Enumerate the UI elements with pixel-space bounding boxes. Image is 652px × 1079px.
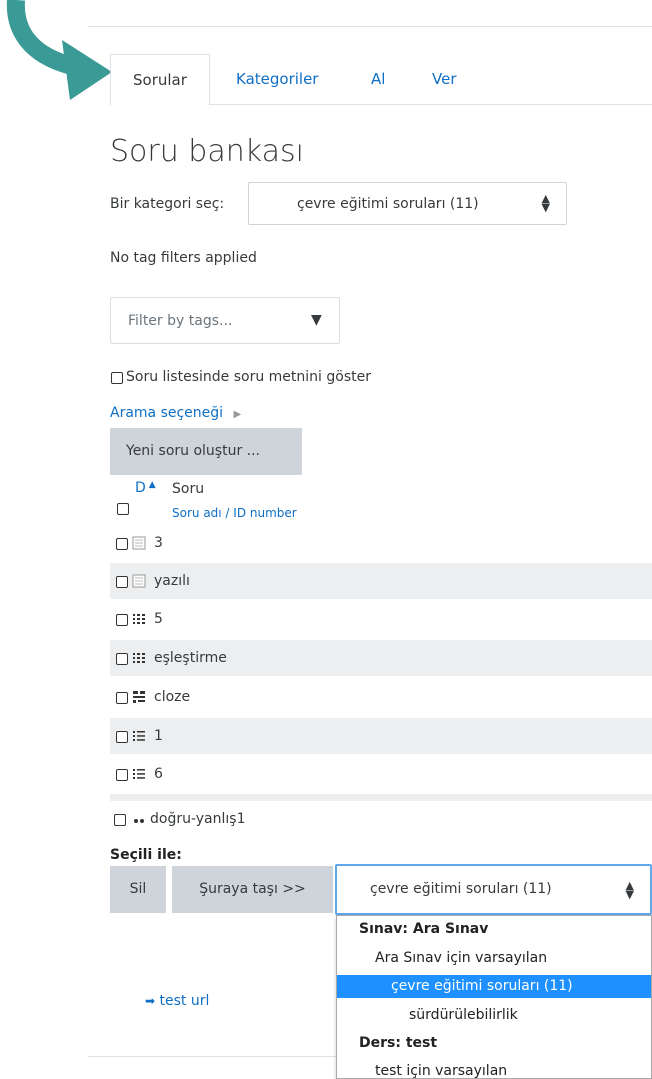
expand-triangle-icon: ▶ xyxy=(233,409,242,420)
move-to-select-value: çevre eğitimi soruları (11) xyxy=(370,881,552,897)
table-row: 5 xyxy=(110,601,652,637)
category-select-value: çevre eğitimi soruları (11) xyxy=(297,196,479,212)
link-arrow-icon: ➡ xyxy=(145,994,156,1008)
row-checkbox[interactable] xyxy=(116,576,128,588)
top-divider xyxy=(88,26,652,27)
search-options-label: Arama seçeneği xyxy=(110,405,224,421)
select-all-checkbox[interactable] xyxy=(117,503,129,515)
question-name: eşleştirme xyxy=(154,650,227,666)
tab-sorular[interactable]: Sorular xyxy=(110,54,210,106)
delete-button[interactable]: Sil xyxy=(110,866,166,913)
row-checkbox[interactable] xyxy=(116,731,128,743)
updown-caret-icon: ▲ ▼ xyxy=(625,879,634,901)
essay-icon xyxy=(132,574,146,588)
question-name: 3 xyxy=(154,535,163,551)
col-question-sub-link[interactable]: Soru adı / ID number xyxy=(172,506,297,520)
col-type-label: D xyxy=(135,480,146,496)
tab-kategoriler[interactable]: Kategoriler xyxy=(236,54,318,104)
question-name: yazılı xyxy=(154,573,190,589)
dropdown-option-selected[interactable]: çevre eğitimi soruları (11) xyxy=(337,975,651,998)
col-type-sort[interactable]: D ▲ xyxy=(135,480,156,496)
question-name: doğru-yanlış1 xyxy=(150,811,246,827)
tag-filter-status: No tag filters applied xyxy=(110,250,257,266)
tab-ver[interactable]: Ver xyxy=(432,54,457,104)
search-options-link[interactable]: Arama seçeneği ▶ xyxy=(110,405,241,421)
row-checkbox[interactable] xyxy=(116,769,128,781)
essay-icon xyxy=(132,536,146,550)
row-checkbox[interactable] xyxy=(114,814,126,826)
table-row: 3 xyxy=(110,525,652,561)
question-name: 6 xyxy=(154,766,163,782)
move-to-button[interactable]: Şuraya taşı >> xyxy=(172,866,333,913)
test-url-label: test url xyxy=(159,993,210,1009)
move-to-dropdown-list: Sınav: Ara Sınav Ara Sınav için varsayıl… xyxy=(336,915,652,1079)
question-name: 5 xyxy=(154,611,163,627)
table-row: 1 xyxy=(110,718,652,754)
page-title: Soru bankası xyxy=(110,134,304,169)
updown-caret-icon: ▲ ▼ xyxy=(541,192,550,214)
create-question-button[interactable]: Yeni soru oluştur ... xyxy=(110,428,302,475)
table-row: cloze xyxy=(110,679,652,715)
dropdown-triangle-icon: ▼ xyxy=(311,312,322,328)
show-question-text-checkbox[interactable] xyxy=(111,372,123,384)
dropdown-option[interactable]: test için varsayılan xyxy=(337,1060,651,1078)
tab-al[interactable]: Al xyxy=(371,54,385,104)
matching-icon xyxy=(133,653,145,663)
matching-icon xyxy=(133,614,145,624)
multichoice-icon xyxy=(133,769,145,779)
row-checkbox[interactable] xyxy=(116,614,128,626)
with-selected-label: Seçili ile: xyxy=(110,847,182,863)
dropdown-group-header: Sınav: Ara Sınav xyxy=(359,921,489,937)
dropdown-option[interactable]: Ara Sınav için varsayılan xyxy=(337,947,651,970)
multichoice-icon xyxy=(133,731,145,741)
table-row xyxy=(110,794,652,801)
table-row: eşleştirme xyxy=(110,640,652,676)
question-name: 1 xyxy=(154,728,163,744)
test-url-link[interactable]: ➡ test url xyxy=(145,993,209,1009)
move-to-select[interactable]: çevre eğitimi soruları (11) ▲ ▼ xyxy=(335,864,652,915)
tag-filter-input[interactable]: Filter by tags... ▼ xyxy=(110,297,340,344)
truefalse-icon xyxy=(134,819,144,823)
row-checkbox[interactable] xyxy=(116,692,128,704)
show-question-text-label: Soru listesinde soru metnini göster xyxy=(126,369,371,385)
col-question-label: Soru xyxy=(172,481,205,497)
table-row: yazılı xyxy=(110,563,652,599)
sort-asc-icon: ▲ xyxy=(148,480,156,490)
question-name: cloze xyxy=(154,689,191,705)
table-row: 6 xyxy=(110,756,652,792)
bottom-divider xyxy=(88,1056,338,1057)
row-checkbox[interactable] xyxy=(116,653,128,665)
dropdown-option[interactable]: sürdürülebilirlik xyxy=(337,1004,651,1027)
cloze-icon xyxy=(133,691,145,703)
category-select-label: Bir kategori seç: xyxy=(110,196,225,212)
category-select[interactable]: çevre eğitimi soruları (11) ▲ ▼ xyxy=(248,182,567,225)
dropdown-group-header: Ders: test xyxy=(359,1035,438,1051)
row-checkbox[interactable] xyxy=(116,538,128,550)
tag-filter-placeholder: Filter by tags... xyxy=(128,313,233,329)
table-row: doğru-yanlış1 xyxy=(110,801,652,837)
